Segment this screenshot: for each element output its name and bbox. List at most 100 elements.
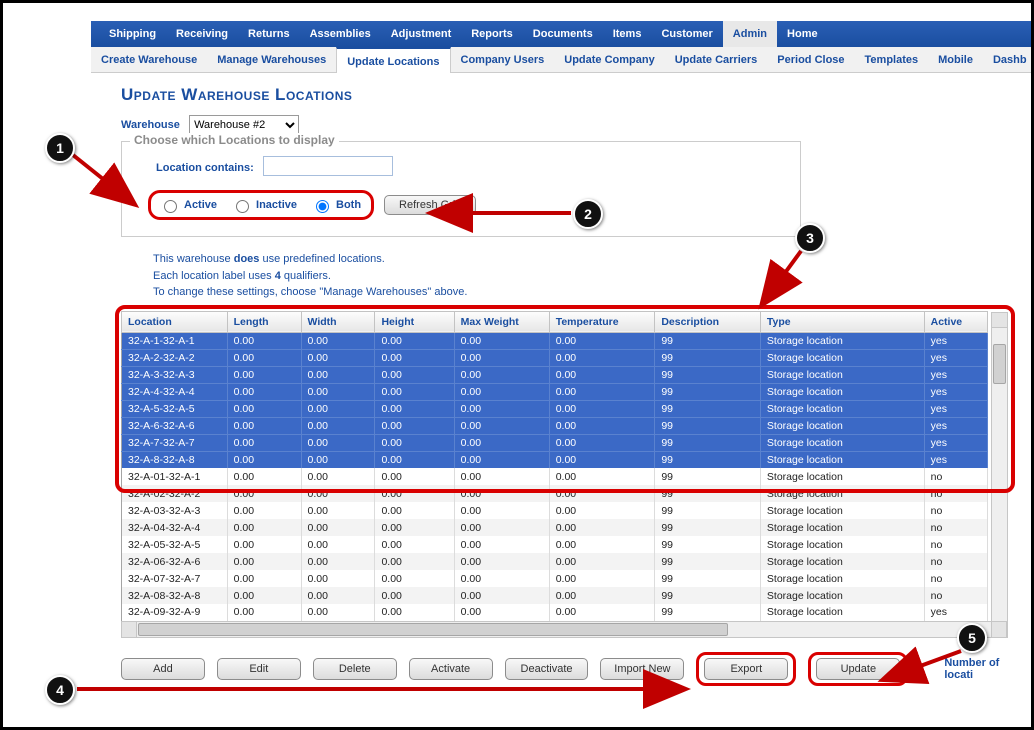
annotation-marker-3: 3 — [795, 223, 825, 253]
table-row[interactable]: 32-A-5-32-A-50.000.000.000.000.0099Stora… — [122, 400, 988, 417]
cell: 0.00 — [301, 519, 375, 536]
annotation-marker-4: 4 — [45, 675, 75, 705]
table-row[interactable]: 32-A-4-32-A-40.000.000.000.000.0099Stora… — [122, 383, 988, 400]
col-header-temperature[interactable]: Temperature — [549, 311, 655, 332]
radio-both[interactable] — [316, 200, 329, 213]
subnav-item-manage-warehouses[interactable]: Manage Warehouses — [207, 47, 336, 73]
subnav-item-period-close[interactable]: Period Close — [767, 47, 854, 73]
col-header-width[interactable]: Width — [301, 311, 375, 332]
topnav-item-admin[interactable]: Admin — [723, 21, 777, 47]
subnav-item-dashb[interactable]: Dashb — [983, 47, 1034, 73]
cell: 0.00 — [375, 451, 454, 468]
col-header-height[interactable]: Height — [375, 311, 454, 332]
cell: 0.00 — [375, 400, 454, 417]
table-row[interactable]: 32-A-08-32-A-80.000.000.000.000.0099Stor… — [122, 587, 988, 604]
cell: 0.00 — [301, 587, 375, 604]
cell: 99 — [655, 434, 761, 451]
cell: 0.00 — [301, 604, 375, 621]
table-row[interactable]: 32-A-7-32-A-70.000.000.000.000.0099Stora… — [122, 434, 988, 451]
col-header-max-weight[interactable]: Max Weight — [454, 311, 549, 332]
topnav-item-shipping[interactable]: Shipping — [99, 21, 166, 47]
horizontal-scrollbar[interactable] — [121, 621, 1007, 638]
cell: 0.00 — [227, 485, 301, 502]
radio-active-label: Active — [184, 199, 217, 211]
export-button[interactable]: Export — [704, 658, 788, 680]
topnav-item-documents[interactable]: Documents — [523, 21, 603, 47]
table-row[interactable]: 32-A-07-32-A-70.000.000.000.000.0099Stor… — [122, 570, 988, 587]
subnav-item-update-carriers[interactable]: Update Carriers — [665, 47, 768, 73]
col-header-description[interactable]: Description — [655, 311, 761, 332]
subnav-item-mobile[interactable]: Mobile — [928, 47, 983, 73]
status-radio-group: Active Inactive Both — [148, 190, 374, 220]
table-row[interactable]: 32-A-2-32-A-20.000.000.000.000.0099Stora… — [122, 349, 988, 366]
vertical-scrollbar[interactable] — [991, 312, 1008, 638]
table-row[interactable]: 32-A-3-32-A-30.000.000.000.000.0099Stora… — [122, 366, 988, 383]
location-contains-input[interactable] — [263, 156, 393, 176]
cell: 0.00 — [375, 434, 454, 451]
col-header-location[interactable]: Location — [122, 311, 228, 332]
cell: 0.00 — [549, 468, 655, 485]
subnav-item-create-warehouse[interactable]: Create Warehouse — [91, 47, 207, 73]
table-row[interactable]: 32-A-04-32-A-40.000.000.000.000.0099Stor… — [122, 519, 988, 536]
col-header-length[interactable]: Length — [227, 311, 301, 332]
subnav-item-update-locations[interactable]: Update Locations — [336, 47, 450, 73]
subnav-item-company-users[interactable]: Company Users — [451, 47, 555, 73]
table-row[interactable]: 32-A-06-32-A-60.000.000.000.000.0099Stor… — [122, 553, 988, 570]
edit-button[interactable]: Edit — [217, 658, 301, 680]
table-row[interactable]: 32-A-01-32-A-10.000.000.000.000.0099Stor… — [122, 468, 988, 485]
cell: 0.00 — [301, 468, 375, 485]
annotation-marker-5: 5 — [957, 623, 987, 653]
deactivate-button[interactable]: Deactivate — [505, 658, 589, 680]
cell: 0.00 — [549, 332, 655, 349]
topnav-item-adjustment[interactable]: Adjustment — [381, 21, 462, 47]
col-header-active[interactable]: Active — [924, 311, 987, 332]
topnav-item-reports[interactable]: Reports — [461, 21, 523, 47]
table-row[interactable]: 32-A-1-32-A-10.000.000.000.000.0099Stora… — [122, 332, 988, 349]
topnav-item-returns[interactable]: Returns — [238, 21, 300, 47]
page-title: Update Warehouse Locations — [121, 85, 1031, 105]
cell: 99 — [655, 604, 761, 621]
delete-button[interactable]: Delete — [313, 658, 397, 680]
cell: 0.00 — [227, 553, 301, 570]
cell: 32-A-07-32-A-7 — [122, 570, 228, 587]
subnav-item-templates[interactable]: Templates — [855, 47, 929, 73]
topnav-item-receiving[interactable]: Receiving — [166, 21, 238, 47]
table-row[interactable]: 32-A-8-32-A-80.000.000.000.000.0099Stora… — [122, 451, 988, 468]
cell: 0.00 — [454, 570, 549, 587]
import-new-button[interactable]: Import New — [600, 658, 684, 680]
locations-grid[interactable]: LocationLengthWidthHeightMax WeightTempe… — [121, 311, 988, 622]
refresh-grid-button[interactable]: Refresh Grid — [384, 195, 476, 215]
cell: 0.00 — [454, 332, 549, 349]
cell: 0.00 — [375, 366, 454, 383]
col-header-type[interactable]: Type — [760, 311, 924, 332]
topnav-item-assemblies[interactable]: Assemblies — [300, 21, 381, 47]
table-row[interactable]: 32-A-6-32-A-60.000.000.000.000.0099Stora… — [122, 417, 988, 434]
cell: 32-A-01-32-A-1 — [122, 468, 228, 485]
subnav-item-update-company[interactable]: Update Company — [554, 47, 664, 73]
add-button[interactable]: Add — [121, 658, 205, 680]
topnav-item-items[interactable]: Items — [603, 21, 652, 47]
cell: 0.00 — [301, 570, 375, 587]
table-row[interactable]: 32-A-09-32-A-90.000.000.000.000.0099Stor… — [122, 604, 988, 621]
table-row[interactable]: 32-A-03-32-A-30.000.000.000.000.0099Stor… — [122, 502, 988, 519]
update-button[interactable]: Update — [816, 658, 900, 680]
cell: 0.00 — [301, 502, 375, 519]
radio-inactive[interactable] — [236, 200, 249, 213]
radio-active[interactable] — [164, 200, 177, 213]
topnav-item-customer[interactable]: Customer — [651, 21, 722, 47]
table-row[interactable]: 32-A-05-32-A-50.000.000.000.000.0099Stor… — [122, 536, 988, 553]
activate-button[interactable]: Activate — [409, 658, 493, 680]
location-contains-label: Location contains: — [156, 162, 254, 174]
topnav-item-home[interactable]: Home — [777, 21, 828, 47]
radio-both-label: Both — [336, 199, 361, 211]
table-row[interactable]: 32-A-02-32-A-20.000.000.000.000.0099Stor… — [122, 485, 988, 502]
cell: 0.00 — [301, 332, 375, 349]
cell: 0.00 — [227, 451, 301, 468]
cell: 0.00 — [454, 366, 549, 383]
cell: 0.00 — [375, 485, 454, 502]
cell: 99 — [655, 332, 761, 349]
warehouse-select[interactable]: Warehouse #2 — [189, 115, 299, 135]
cell: Storage location — [760, 536, 924, 553]
cell: yes — [924, 434, 987, 451]
cell: 0.00 — [454, 383, 549, 400]
